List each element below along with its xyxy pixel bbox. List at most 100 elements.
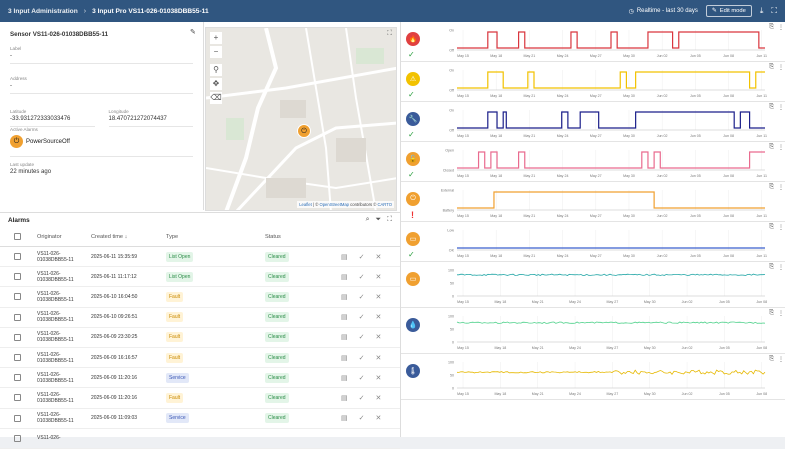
details-icon[interactable]: ▤ — [341, 293, 348, 301]
clear-icon[interactable]: ✕ — [376, 273, 382, 281]
details-icon[interactable]: ▤ — [341, 313, 348, 321]
download-icon[interactable]: ⤓ — [760, 7, 764, 15]
row-originator[interactable]: VS11-026- 01038DBB55-11 — [37, 392, 91, 404]
export-icon[interactable]: ⎘ — [769, 224, 774, 231]
table-row[interactable]: VS11-026- 01038DBB55-11 2025-06-11 11:17:… — [0, 267, 400, 288]
clear-icon[interactable]: ✕ — [376, 394, 382, 402]
clear-icon[interactable]: ✕ — [376, 333, 382, 341]
select-all-checkbox[interactable] — [14, 233, 21, 240]
acknowledge-icon[interactable]: ✓ — [359, 354, 365, 362]
details-icon[interactable]: ▤ — [341, 354, 348, 362]
fullscreen-icon[interactable]: ⛶ — [771, 7, 777, 15]
acknowledge-icon[interactable]: ✓ — [359, 333, 365, 341]
details-icon[interactable]: ▤ — [341, 333, 348, 341]
header-created-time[interactable]: Created time ↓ — [91, 234, 166, 240]
table-row[interactable]: VS11-026- 01038DBB55-11 2025-06-10 09:26:… — [0, 308, 400, 328]
edit-sensor-icon[interactable]: ✎ — [190, 28, 196, 36]
acknowledge-icon[interactable]: ✓ — [359, 293, 365, 301]
clear-icon[interactable]: ✕ — [376, 374, 382, 382]
header-originator[interactable]: Originator — [37, 234, 91, 240]
move-icon[interactable]: ✥ — [210, 78, 222, 90]
header-type[interactable]: Type — [166, 234, 265, 240]
row-originator[interactable]: VS11-026- 01038DBB55-11 — [37, 251, 91, 263]
row-checkbox[interactable] — [14, 293, 21, 301]
table-row[interactable]: VS11-026- 01038DBB55-11 2025-06-09 11:20:… — [0, 388, 400, 409]
export-icon[interactable]: ⎘ — [769, 184, 774, 191]
row-originator[interactable]: VS11-026- 01038DBB55-11 — [37, 291, 91, 303]
acknowledge-icon[interactable]: ✓ — [359, 394, 365, 402]
osm-link[interactable]: OpenStreetMap — [319, 202, 349, 207]
table-row[interactable]: VS11-026- 01038DBB55-11 2025-06-09 11:20:… — [0, 368, 400, 389]
more-icon[interactable]: ⋮ — [778, 224, 784, 231]
clear-icon[interactable]: ✕ — [376, 414, 382, 422]
row-checkbox[interactable] — [14, 374, 21, 382]
table-row[interactable]: VS11-026- 01038DBB55-11 2025-06-11 15:35:… — [0, 247, 400, 268]
more-icon[interactable]: ⋮ — [778, 104, 784, 111]
label-field[interactable]: - — [10, 53, 193, 64]
table-row[interactable]: VS11-026- 01038DBB55-11 2025-06-09 16:16:… — [0, 348, 400, 369]
row-originator[interactable]: VS11-026- 01038DBB55-11 — [37, 271, 91, 283]
export-icon[interactable]: ⎘ — [769, 144, 774, 151]
more-icon[interactable]: ⋮ — [778, 144, 784, 151]
details-icon[interactable]: ▤ — [341, 273, 348, 281]
export-icon[interactable]: ⎘ — [769, 24, 774, 31]
row-checkbox[interactable] — [14, 354, 21, 362]
table-row[interactable]: VS11-026- — [0, 429, 400, 449]
row-originator[interactable]: VS11-026- 01038DBB55-11 — [37, 311, 91, 323]
more-icon[interactable]: ⋮ — [778, 64, 784, 71]
latitude-field[interactable]: -33.931272333033476 — [10, 116, 95, 127]
export-icon[interactable]: ⎘ — [769, 104, 774, 111]
export-icon[interactable]: ⎘ — [769, 356, 774, 363]
details-icon[interactable]: ▤ — [341, 414, 348, 422]
leaflet-link[interactable]: Leaflet — [299, 202, 312, 207]
clear-icon[interactable]: ✕ — [376, 354, 382, 362]
acknowledge-icon[interactable]: ✓ — [359, 253, 365, 261]
map-expand-icon[interactable]: ⛶ — [387, 30, 392, 38]
export-icon[interactable]: ⎘ — [769, 264, 774, 271]
clear-icon[interactable]: ✕ — [376, 253, 382, 261]
carto-link[interactable]: CARTO — [377, 202, 392, 207]
table-row[interactable]: VS11-026- 01038DBB55-11 2025-06-09 23:30:… — [0, 328, 400, 348]
export-icon[interactable]: ⎘ — [769, 64, 774, 71]
details-icon[interactable]: ▤ — [341, 374, 348, 382]
acknowledge-icon[interactable]: ✓ — [359, 414, 365, 422]
row-originator[interactable]: VS11-026- 01038DBB55-11 — [37, 372, 91, 384]
header-status[interactable]: Status — [265, 234, 335, 240]
table-row[interactable]: VS11-026- 01038DBB55-11 2025-06-09 11:09:… — [0, 409, 400, 429]
location-pin-icon[interactable]: ⚲ — [210, 64, 222, 76]
more-icon[interactable]: ⋮ — [778, 356, 784, 363]
clear-icon[interactable]: ✕ — [376, 293, 382, 301]
breadcrumb-parent[interactable]: 3 Input Administration — [8, 8, 78, 15]
edit-mode-button[interactable]: ✎ Edit mode — [705, 5, 752, 17]
more-icon[interactable]: ⋮ — [778, 264, 784, 271]
zoom-out-button[interactable]: − — [210, 46, 222, 58]
realtime-selector[interactable]: ◷ Realtime - last 30 days — [629, 8, 698, 15]
map[interactable]: + − ⚲ ✥ ⌫ ⛶ ⏻ Leaflet | © OpenStreetMap … — [205, 27, 397, 211]
row-originator[interactable]: VS11-026- 01038DBB55-11 — [37, 352, 91, 364]
details-icon[interactable]: ▤ — [341, 394, 348, 402]
row-checkbox[interactable] — [14, 434, 21, 442]
row-checkbox[interactable] — [14, 333, 21, 341]
row-originator[interactable]: VS11-026- 01038DBB55-11 — [37, 331, 91, 343]
acknowledge-icon[interactable]: ✓ — [359, 273, 365, 281]
row-checkbox[interactable] — [14, 273, 21, 281]
zoom-in-button[interactable]: + — [210, 32, 222, 44]
acknowledge-icon[interactable]: ✓ — [359, 313, 365, 321]
table-row[interactable]: VS11-026- 01038DBB55-11 2025-06-10 16:04:… — [0, 287, 400, 308]
filter-icon[interactable]: ⏷ — [375, 216, 381, 224]
eraser-icon[interactable]: ⌫ — [210, 92, 222, 104]
row-checkbox[interactable] — [14, 394, 21, 402]
address-field[interactable]: - — [10, 83, 193, 94]
expand-icon[interactable]: ⛶ — [387, 216, 392, 224]
clear-icon[interactable]: ✕ — [376, 313, 382, 321]
details-icon[interactable]: ▤ — [341, 253, 348, 261]
row-originator[interactable]: VS11-026- 01038DBB55-11 — [37, 412, 91, 424]
more-icon[interactable]: ⋮ — [778, 24, 784, 31]
acknowledge-icon[interactable]: ✓ — [359, 374, 365, 382]
sensor-marker-plug-icon[interactable]: ⏻ — [297, 124, 311, 138]
more-icon[interactable]: ⋮ — [778, 310, 784, 317]
row-checkbox[interactable] — [14, 253, 21, 261]
row-checkbox[interactable] — [14, 414, 21, 422]
more-icon[interactable]: ⋮ — [778, 184, 784, 191]
export-icon[interactable]: ⎘ — [769, 310, 774, 317]
